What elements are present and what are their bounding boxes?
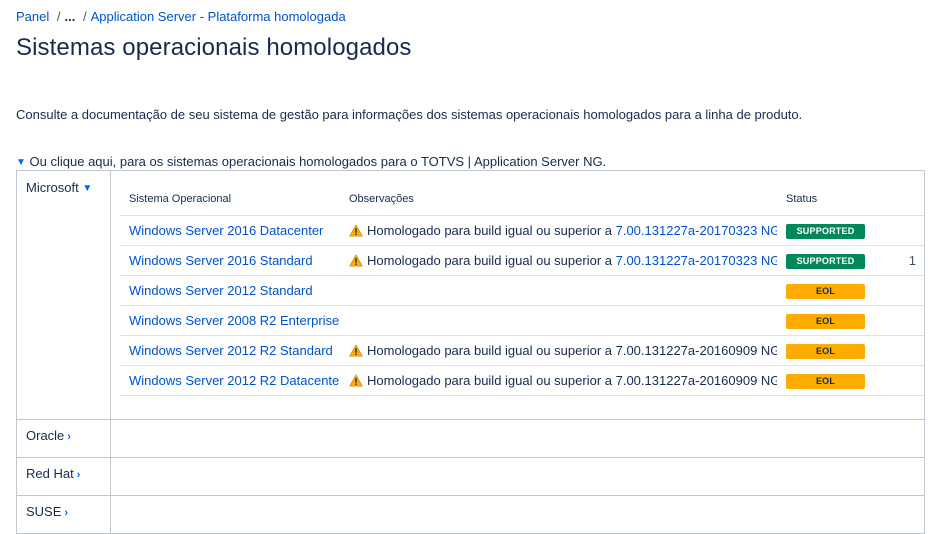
vendor-toggle-redhat[interactable]: Red Hat › bbox=[16, 457, 111, 496]
os-link[interactable]: Windows Server 2016 Datacenter bbox=[129, 223, 323, 238]
os-link[interactable]: Windows Server 2016 Standard bbox=[129, 253, 313, 268]
status-badge: EOL bbox=[786, 344, 865, 359]
status-cell: EOL bbox=[777, 335, 880, 366]
notes-cell: Homologado para build igual ou superior … bbox=[340, 215, 777, 246]
warning-icon bbox=[349, 343, 367, 358]
chevron-right-icon[interactable]: › bbox=[64, 507, 68, 519]
vendor-row-suse: SUSE › bbox=[16, 495, 925, 534]
vendor-content-redhat bbox=[110, 457, 925, 496]
build-link[interactable]: 7.00.131227a-20170323 NG. bbox=[616, 253, 777, 268]
status-badge: SUPPORTED bbox=[786, 224, 865, 239]
breadcrumb-separator: / bbox=[82, 9, 87, 24]
header-os: Sistema Operacional bbox=[120, 183, 340, 216]
vendor-row-oracle: Oracle › bbox=[16, 419, 925, 458]
extra-cell bbox=[880, 335, 924, 366]
os-table: Sistema Operacional Observações Status W… bbox=[120, 183, 924, 396]
vendor-label: Oracle bbox=[26, 428, 65, 443]
vendor-content-suse bbox=[110, 495, 925, 534]
expand-ng-toggle[interactable]: ▼ Ou clique aqui, para os sistemas opera… bbox=[16, 154, 606, 169]
intro-text: Consulte a documentação de seu sistema d… bbox=[16, 107, 803, 122]
table-row: Windows Server 2016 Datacenter Homologado… bbox=[120, 215, 924, 246]
os-link[interactable]: Windows Server 2012 Standard bbox=[129, 283, 313, 298]
note-text: Homologado para build igual ou superior … bbox=[367, 223, 616, 238]
extra-cell bbox=[880, 275, 924, 306]
vendor-row-redhat: Red Hat › bbox=[16, 457, 925, 496]
os-link[interactable]: Windows Server 2008 R2 Enterprise bbox=[129, 313, 339, 328]
notes-cell bbox=[340, 305, 777, 336]
notes-cell: Homologado para build igual ou superior … bbox=[340, 245, 777, 276]
status-cell: SUPPORTED bbox=[777, 245, 880, 276]
header-extra bbox=[880, 183, 924, 216]
extra-cell bbox=[880, 365, 924, 396]
notes-cell: Homologado para build igual ou superior … bbox=[340, 335, 777, 366]
status-cell: EOL bbox=[777, 305, 880, 336]
notes-cell bbox=[340, 275, 777, 306]
os-cell: Windows Server 2008 R2 Enterprise bbox=[120, 305, 340, 336]
status-badge: EOL bbox=[786, 374, 865, 389]
table-row: Windows Server 2012 R2 Standard Homologad… bbox=[120, 335, 924, 366]
expand-ng-label: Ou clique aqui, para os sistemas operaci… bbox=[29, 154, 607, 169]
os-cell: Windows Server 2012 R2 Standard bbox=[120, 335, 340, 366]
status-badge: EOL bbox=[786, 284, 865, 299]
note-text: Homologado para build igual ou superior … bbox=[367, 253, 616, 268]
build-text: 7.00.131227a-20160909 NG. bbox=[615, 373, 777, 388]
vendor-content-microsoft: Sistema Operacional Observações Status W… bbox=[110, 170, 925, 420]
breadcrumb-separator: / bbox=[56, 9, 61, 24]
breadcrumb-panel-link[interactable]: Panel bbox=[16, 9, 49, 24]
build-text: 7.00.131227a-20160909 NG. bbox=[615, 343, 777, 358]
warning-icon bbox=[349, 223, 367, 238]
note-text: Homologado para build igual ou superior … bbox=[367, 343, 616, 358]
vendor-row-microsoft: Microsoft ▼ Sistema Operacional Observaç… bbox=[16, 170, 925, 420]
status-cell: SUPPORTED bbox=[777, 215, 880, 246]
os-link[interactable]: Windows Server 2012 R2 Datacenter bbox=[129, 373, 340, 388]
extra-cell: 1 bbox=[880, 245, 924, 276]
page-title: Sistemas operacionais homologados bbox=[16, 34, 412, 61]
header-status: Status bbox=[777, 183, 880, 216]
vendor-toggle-suse[interactable]: SUSE › bbox=[16, 495, 111, 534]
vendor-label: SUSE bbox=[26, 504, 62, 519]
chevron-right-icon[interactable]: › bbox=[67, 431, 71, 443]
chevron-right-icon[interactable]: › bbox=[77, 469, 81, 481]
os-cell: Windows Server 2016 Datacenter bbox=[120, 215, 340, 246]
vendor-toggle-microsoft[interactable]: Microsoft ▼ bbox=[16, 170, 111, 420]
os-cell: Windows Server 2012 Standard bbox=[120, 275, 340, 306]
vendor-content-oracle bbox=[110, 419, 925, 458]
vendor-toggle-oracle[interactable]: Oracle › bbox=[16, 419, 111, 458]
warning-icon bbox=[349, 373, 367, 388]
vendor-label: Microsoft bbox=[26, 180, 79, 195]
status-cell: EOL bbox=[777, 365, 880, 396]
chevron-down-icon[interactable]: ▼ bbox=[82, 183, 92, 194]
status-badge: SUPPORTED bbox=[786, 254, 865, 269]
vendor-table: Microsoft ▼ Sistema Operacional Observaç… bbox=[16, 170, 925, 534]
vendor-label: Red Hat bbox=[26, 466, 74, 481]
build-link[interactable]: 7.00.131227a-20170323 NG. bbox=[616, 223, 777, 238]
table-row: Windows Server 2016 Standard Homologado p… bbox=[120, 245, 924, 276]
os-table-header: Sistema Operacional Observações Status bbox=[120, 183, 924, 216]
extra-cell bbox=[880, 215, 924, 246]
status-cell: EOL bbox=[777, 275, 880, 306]
os-cell: Windows Server 2016 Standard bbox=[120, 245, 340, 276]
header-notes: Observações bbox=[340, 183, 777, 216]
status-badge: EOL bbox=[786, 314, 865, 329]
breadcrumb-ellipsis[interactable]: ... bbox=[65, 9, 76, 24]
extra-cell bbox=[880, 305, 924, 336]
table-row: Windows Server 2008 R2 Enterprise EOL bbox=[120, 305, 924, 336]
os-cell: Windows Server 2012 R2 Datacenter bbox=[120, 365, 340, 396]
breadcrumb-current-link[interactable]: Application Server - Plataforma homologa… bbox=[91, 9, 346, 24]
warning-icon bbox=[349, 253, 367, 268]
os-link[interactable]: Windows Server 2012 R2 Standard bbox=[129, 343, 333, 358]
breadcrumb: Panel /... / Application Server - Platafo… bbox=[16, 9, 346, 24]
table-row: Windows Server 2012 R2 Datacenter Homolog… bbox=[120, 365, 924, 396]
note-text: Homologado para build igual ou superior … bbox=[367, 373, 616, 388]
notes-cell: Homologado para build igual ou superior … bbox=[340, 365, 777, 396]
chevron-down-icon[interactable]: ▼ bbox=[16, 157, 26, 168]
table-row: Windows Server 2012 Standard EOL bbox=[120, 275, 924, 306]
